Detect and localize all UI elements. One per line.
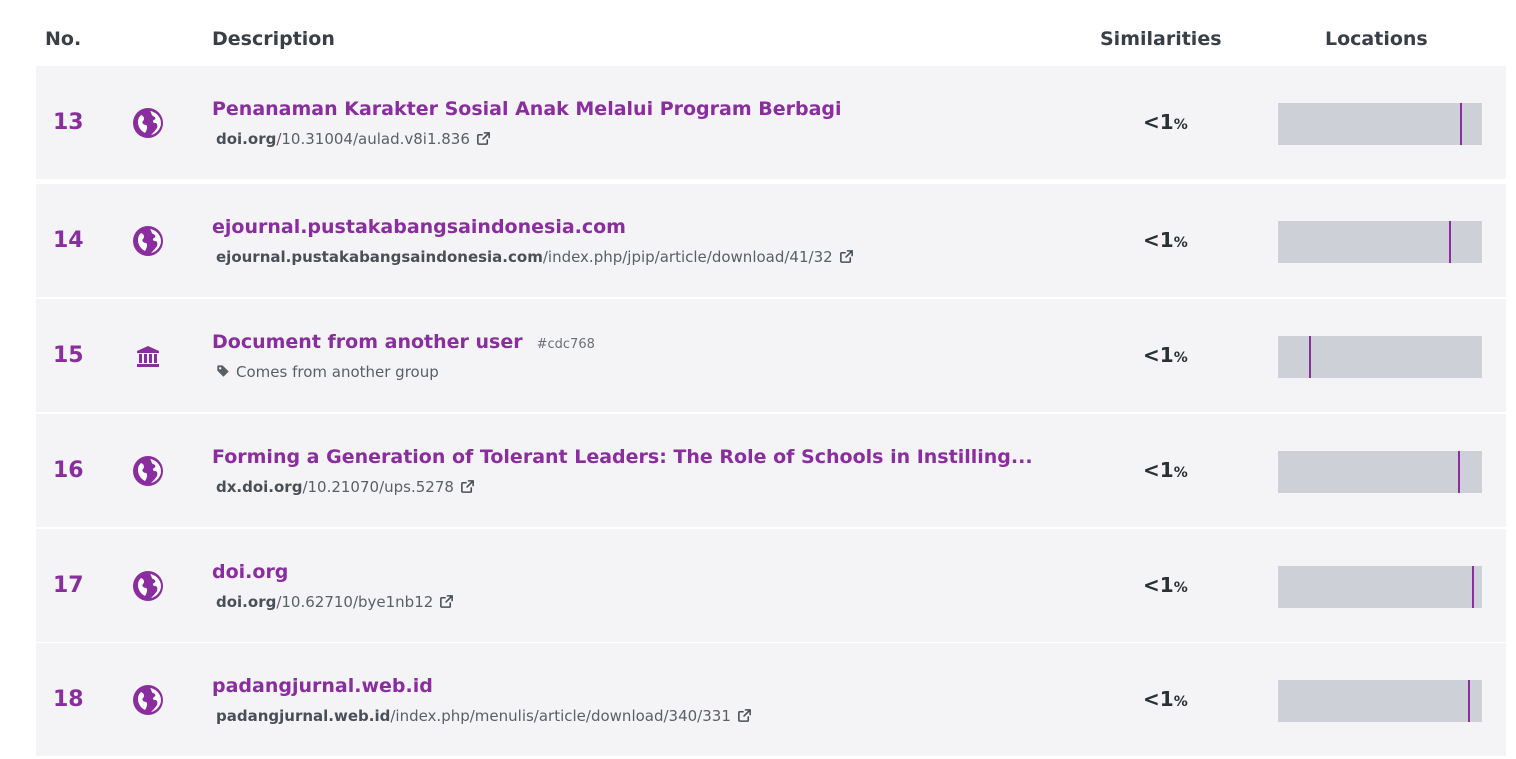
source-row[interactable]: 16 Forming a Generation of Tolerant Lead… (36, 414, 1506, 527)
location-marker[interactable] (1460, 103, 1462, 145)
globe-icon (132, 684, 164, 716)
source-path: /10.31004/aulad.v8i1.836 (276, 130, 470, 148)
external-link-icon[interactable] (460, 479, 475, 494)
institution-icon (132, 340, 164, 372)
source-title[interactable]: doi.org (212, 561, 288, 583)
source-number: 15 (53, 343, 84, 368)
source-link[interactable]: dx.doi.org/10.21070/ups.5278 (216, 478, 475, 496)
similarity-value: <1% (1143, 110, 1188, 134)
similarity-value: <1% (1143, 228, 1188, 252)
similarity-value: <1% (1143, 573, 1188, 597)
location-marker[interactable] (1458, 451, 1460, 493)
location-marker[interactable] (1468, 680, 1470, 722)
source-number: 18 (53, 687, 84, 712)
group-label: Comes from another group (216, 363, 439, 381)
source-title[interactable]: ejournal.pustakabangsaindonesia.com (212, 216, 626, 238)
header-similarities: Similarities (1100, 28, 1222, 50)
source-number: 14 (53, 228, 84, 253)
source-row[interactable]: 18 padangjurnal.web.id padangjurnal.web.… (36, 643, 1506, 756)
source-domain: ejournal.pustakabangsaindonesia.com (216, 248, 543, 266)
source-domain: doi.org (216, 130, 277, 148)
source-path: /index.php/menulis/article/download/340/… (390, 707, 731, 725)
similarity-value: <1% (1143, 343, 1188, 367)
location-marker[interactable] (1449, 221, 1451, 263)
location-marker[interactable] (1472, 566, 1474, 608)
external-link-icon[interactable] (439, 594, 454, 609)
source-domain: dx.doi.org (216, 478, 303, 496)
source-path: /index.php/jpip/article/download/41/32 (542, 248, 833, 266)
source-title[interactable]: Penanaman Karakter Sosial Anak Melalui P… (212, 98, 842, 120)
source-title[interactable]: Document from another user (212, 331, 523, 353)
location-marker[interactable] (1309, 336, 1311, 378)
source-row[interactable]: 17 doi.org doi.org/10.62710/bye1nb12 <1% (36, 529, 1506, 642)
source-number: 13 (53, 110, 84, 135)
source-link[interactable]: doi.org/10.62710/bye1nb12 (216, 593, 454, 611)
source-title[interactable]: padangjurnal.web.id (212, 675, 433, 697)
tag-icon (216, 364, 230, 378)
source-domain: doi.org (216, 593, 277, 611)
source-number: 17 (53, 573, 84, 598)
location-bar[interactable] (1278, 680, 1482, 722)
location-bar[interactable] (1278, 566, 1482, 608)
header-description: Description (212, 28, 335, 50)
header-locations: Locations (1325, 28, 1428, 50)
external-link-icon[interactable] (737, 708, 752, 723)
source-domain: padangjurnal.web.id (216, 707, 391, 725)
external-link-icon[interactable] (476, 131, 491, 146)
table-header: No. Description Similarities Locations (0, 0, 1516, 66)
globe-icon (132, 225, 164, 257)
globe-icon (132, 455, 164, 487)
document-hash: #cdc768 (536, 337, 595, 352)
source-link[interactable]: doi.org/10.31004/aulad.v8i1.836 (216, 130, 491, 148)
source-title[interactable]: Forming a Generation of Tolerant Leaders… (212, 446, 1033, 468)
source-link[interactable]: padangjurnal.web.id/index.php/menulis/ar… (216, 707, 752, 725)
source-row[interactable]: 15 Document from another user #cdc768 Com… (36, 299, 1506, 412)
location-bar[interactable] (1278, 221, 1482, 263)
source-number: 16 (53, 458, 84, 483)
header-no: No. (45, 28, 82, 50)
external-link-icon[interactable] (839, 249, 854, 264)
globe-icon (132, 570, 164, 602)
similarity-value: <1% (1143, 458, 1188, 482)
source-row[interactable]: 14 ejournal.pustakabangsaindonesia.com e… (36, 184, 1506, 297)
location-bar[interactable] (1278, 103, 1482, 145)
location-bar[interactable] (1278, 336, 1482, 378)
globe-icon (132, 107, 164, 139)
location-bar[interactable] (1278, 451, 1482, 493)
source-row[interactable]: 13 Penanaman Karakter Sosial Anak Melalu… (36, 66, 1506, 179)
source-path: /10.21070/ups.5278 (302, 478, 454, 496)
similarity-value: <1% (1143, 687, 1188, 711)
sources-list: No. Description Similarities Locations 1… (0, 0, 1516, 756)
source-link[interactable]: ejournal.pustakabangsaindonesia.com/inde… (216, 248, 854, 266)
source-path: /10.62710/bye1nb12 (276, 593, 434, 611)
